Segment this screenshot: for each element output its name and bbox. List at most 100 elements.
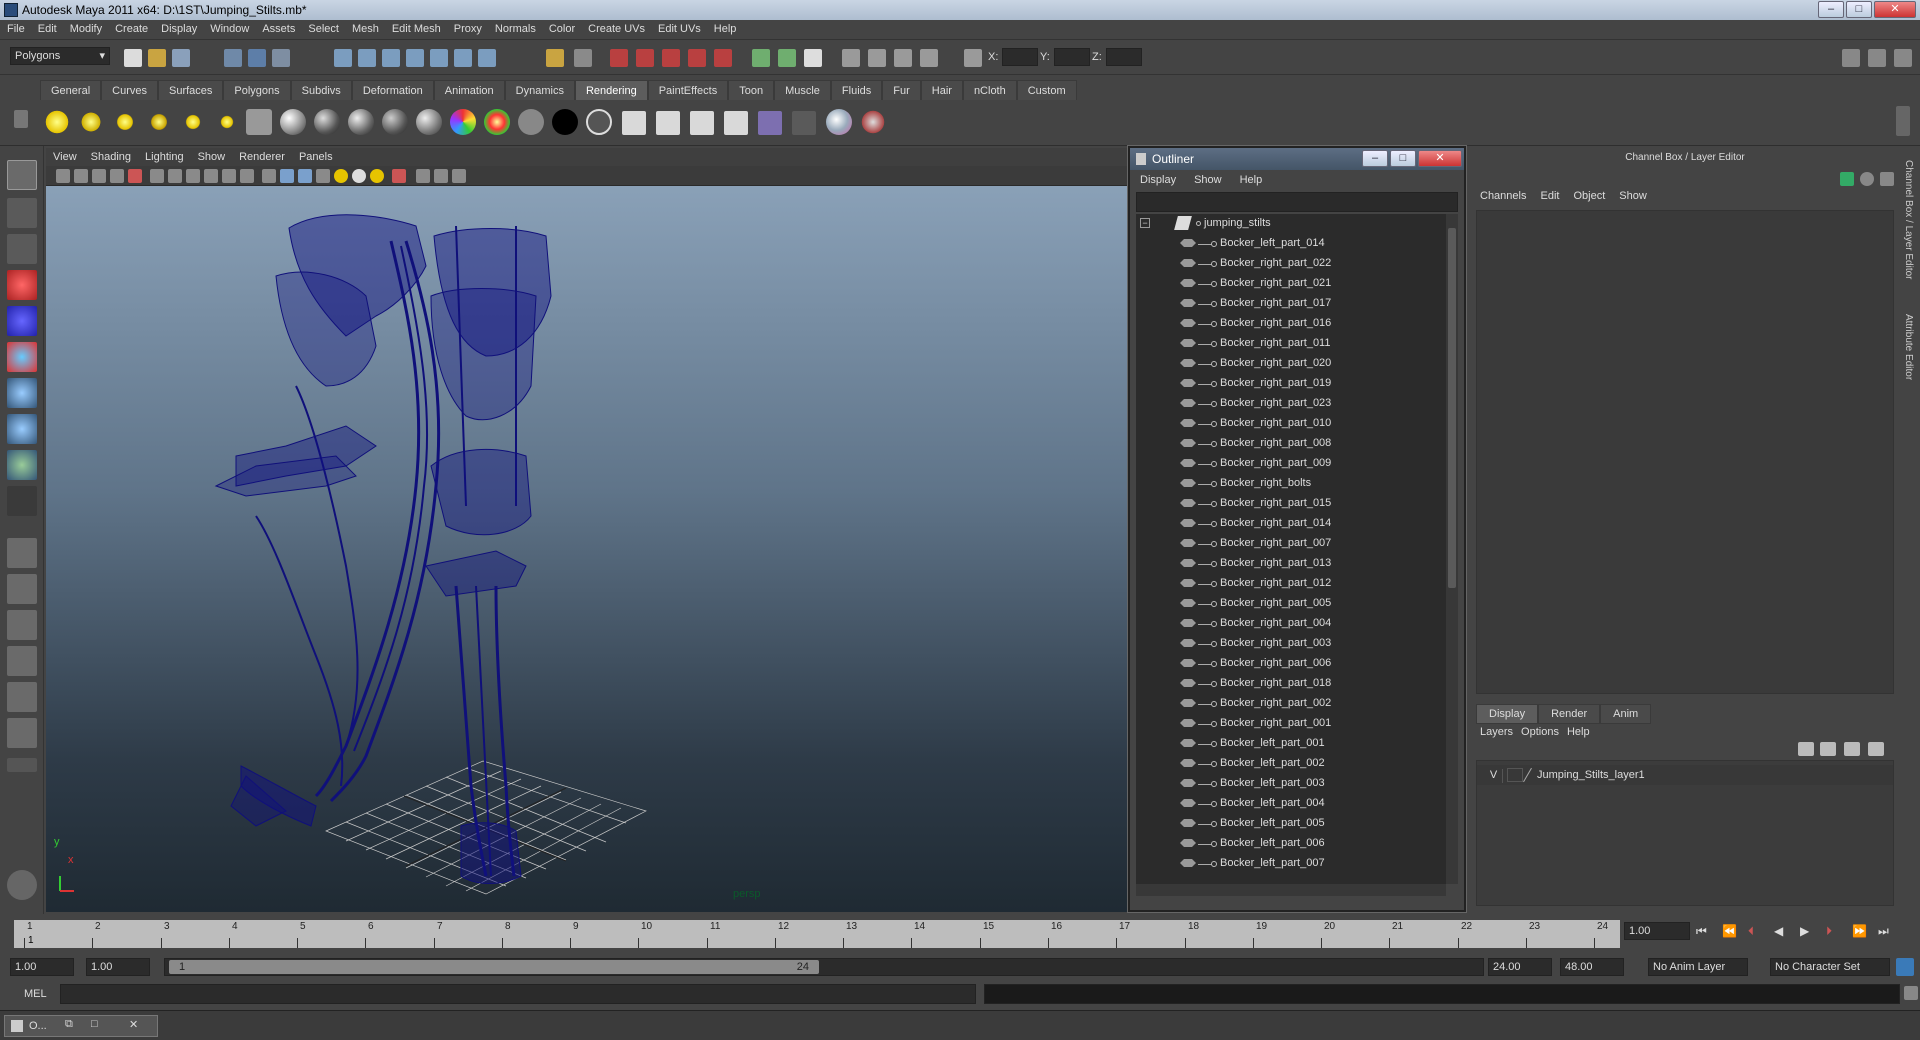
channel-lock-icon[interactable] [1860, 172, 1874, 186]
smooth-shade-icon[interactable] [280, 169, 294, 183]
mel-label[interactable]: MEL [24, 988, 47, 1000]
tab-rendering[interactable]: Rendering [574, 80, 648, 100]
outliner-filter-input[interactable] [1136, 192, 1458, 212]
ramp-shader-icon[interactable] [484, 109, 510, 135]
blinn-icon[interactable] [314, 109, 340, 135]
go-to-start-button[interactable]: ⏮ [1696, 924, 1707, 939]
image-plane-icon[interactable] [110, 169, 124, 183]
outliner-item[interactable]: Bocker_left_part_006 [1136, 834, 1446, 854]
step-forward-key-button[interactable]: ⏩ [1852, 924, 1867, 938]
minimize-button[interactable]: – [1818, 1, 1844, 18]
lambert-icon[interactable] [280, 109, 306, 135]
tab-deformation[interactable]: Deformation [351, 80, 434, 100]
help-icon[interactable] [478, 49, 496, 67]
attribute-editor-icon[interactable] [920, 49, 938, 67]
layer-playback-toggle[interactable] [1507, 768, 1523, 782]
vp-menu-panels[interactable]: Panels [292, 148, 340, 163]
playback-start-field[interactable]: 1.00 [86, 958, 150, 976]
surface-shader-icon[interactable] [518, 109, 544, 135]
menu-edit-uvs[interactable]: Edit UVs [651, 20, 707, 35]
soft-mod-tool-icon[interactable] [7, 414, 37, 444]
outliner-item[interactable]: Bocker_right_part_017 [1136, 294, 1446, 314]
outliner-item[interactable]: Bocker_right_part_014 [1136, 514, 1446, 534]
snap-view-plane-icon[interactable] [406, 49, 424, 67]
show-manipulator-icon[interactable] [7, 450, 37, 480]
outliner-scroll-thumb[interactable] [1448, 228, 1456, 588]
script-editor-icon[interactable] [804, 49, 822, 67]
tab-surfaces[interactable]: Surfaces [157, 80, 224, 100]
tool-settings-icon[interactable] [894, 49, 912, 67]
tab-custom[interactable]: Custom [1016, 80, 1077, 100]
select-camera-icon[interactable] [56, 169, 70, 183]
current-time-field[interactable]: 1.00 [1624, 922, 1690, 940]
absolute-transform-icon[interactable] [964, 49, 982, 67]
render-view-icon[interactable] [714, 49, 732, 67]
attribute-editor-side-tab[interactable]: Attribute Editor [1903, 314, 1914, 380]
new-layer-selected-icon[interactable] [1820, 742, 1836, 756]
ipr-render-shelf-icon[interactable] [656, 111, 680, 135]
animation-end-field[interactable]: 48.00 [1560, 958, 1624, 976]
outliner-item[interactable]: Bocker_right_part_015 [1136, 494, 1446, 514]
menu-edit[interactable]: Edit [31, 20, 63, 35]
channel-box-icon[interactable] [842, 49, 860, 67]
layer-row[interactable]: V Jumping_Stilts_layer1 [1477, 765, 1893, 785]
layout-more-icon[interactable] [7, 758, 37, 772]
use-background-icon[interactable] [552, 109, 578, 135]
menu-window[interactable]: Window [203, 20, 255, 35]
menu-proxy[interactable]: Proxy [447, 20, 488, 35]
grid-toggle-icon[interactable] [128, 169, 142, 183]
outliner-item[interactable]: Bocker_left_part_003 [1136, 774, 1446, 794]
move-tool-icon[interactable] [7, 270, 37, 300]
shadows-icon[interactable] [352, 169, 366, 183]
make-live-icon[interactable] [430, 49, 448, 67]
layout-hypershade-icon[interactable] [7, 682, 37, 712]
step-back-key-button[interactable]: ⏪ [1722, 924, 1737, 938]
tab-display[interactable]: Display [1476, 704, 1539, 724]
outliner-item[interactable]: Bocker_right_part_006 [1136, 654, 1446, 674]
textured-icon[interactable] [316, 169, 330, 183]
close-small-icon[interactable]: ✕ [129, 1018, 138, 1031]
hypershade-shelf-icon[interactable] [758, 111, 782, 135]
options-menu[interactable]: Options [1521, 726, 1567, 738]
snap-curve-icon[interactable] [358, 49, 376, 67]
batch-render-icon[interactable] [690, 111, 714, 135]
tab-animation[interactable]: Animation [433, 80, 505, 100]
restore-icon[interactable]: ⧉ [65, 1018, 73, 1031]
outliner-item[interactable]: Bocker_right_part_010 [1136, 414, 1446, 434]
outliner-item[interactable]: Bocker_right_part_021 [1136, 274, 1446, 294]
select-component-icon[interactable] [272, 49, 290, 67]
outliner-root-row[interactable]: − jumping_stilts [1136, 214, 1446, 234]
shelf-options-icon[interactable] [14, 110, 28, 128]
outliner-item[interactable]: Bocker_right_part_020 [1136, 354, 1446, 374]
auto-key-icon[interactable] [1896, 958, 1914, 976]
tab-fur[interactable]: Fur [882, 80, 921, 100]
lasso-tool-icon[interactable] [7, 198, 37, 228]
range-slider-handle[interactable]: 1 24 [169, 960, 819, 974]
layers-menu[interactable]: Layers [1480, 726, 1521, 738]
outliner-menu-show[interactable]: Show [1184, 172, 1230, 186]
outliner-menu-display[interactable]: Display [1130, 172, 1184, 186]
tab-fluids[interactable]: Fluids [830, 80, 883, 100]
input-line-icon[interactable] [752, 49, 770, 67]
tab-subdivs[interactable]: Subdivs [290, 80, 352, 100]
outliner-titlebar[interactable]: Outliner – □ ✕ [1130, 148, 1464, 170]
outliner-item[interactable]: Bocker_right_part_007 [1136, 534, 1446, 554]
outliner-item[interactable]: Bocker_right_part_018 [1136, 674, 1446, 694]
layered-shader-icon[interactable] [450, 109, 476, 135]
current-frame-marker[interactable]: 1 [28, 935, 34, 946]
scale-tool-icon[interactable] [7, 342, 37, 372]
outliner-item[interactable]: Bocker_left_part_014 [1136, 234, 1446, 254]
xray-joints-icon[interactable] [434, 169, 448, 183]
layer-editor-icon[interactable] [868, 49, 886, 67]
outliner-list[interactable]: − jumping_stilts Bocker_left_part_014 Boc… [1136, 214, 1446, 884]
tab-general[interactable]: General [40, 80, 102, 100]
layout-single-icon[interactable] [1842, 49, 1860, 67]
channel-box-side-tab[interactable]: Channel Box / Layer Editor [1903, 160, 1914, 280]
tab-anim[interactable]: Anim [1600, 704, 1652, 724]
snap-point-icon[interactable] [382, 49, 400, 67]
layout-panels-icon[interactable] [1868, 49, 1886, 67]
object-menu[interactable]: Object [1567, 190, 1613, 202]
safe-action-icon[interactable] [222, 169, 236, 183]
close-button[interactable]: ✕ [1874, 1, 1916, 18]
isolate-select-icon[interactable] [392, 169, 406, 183]
